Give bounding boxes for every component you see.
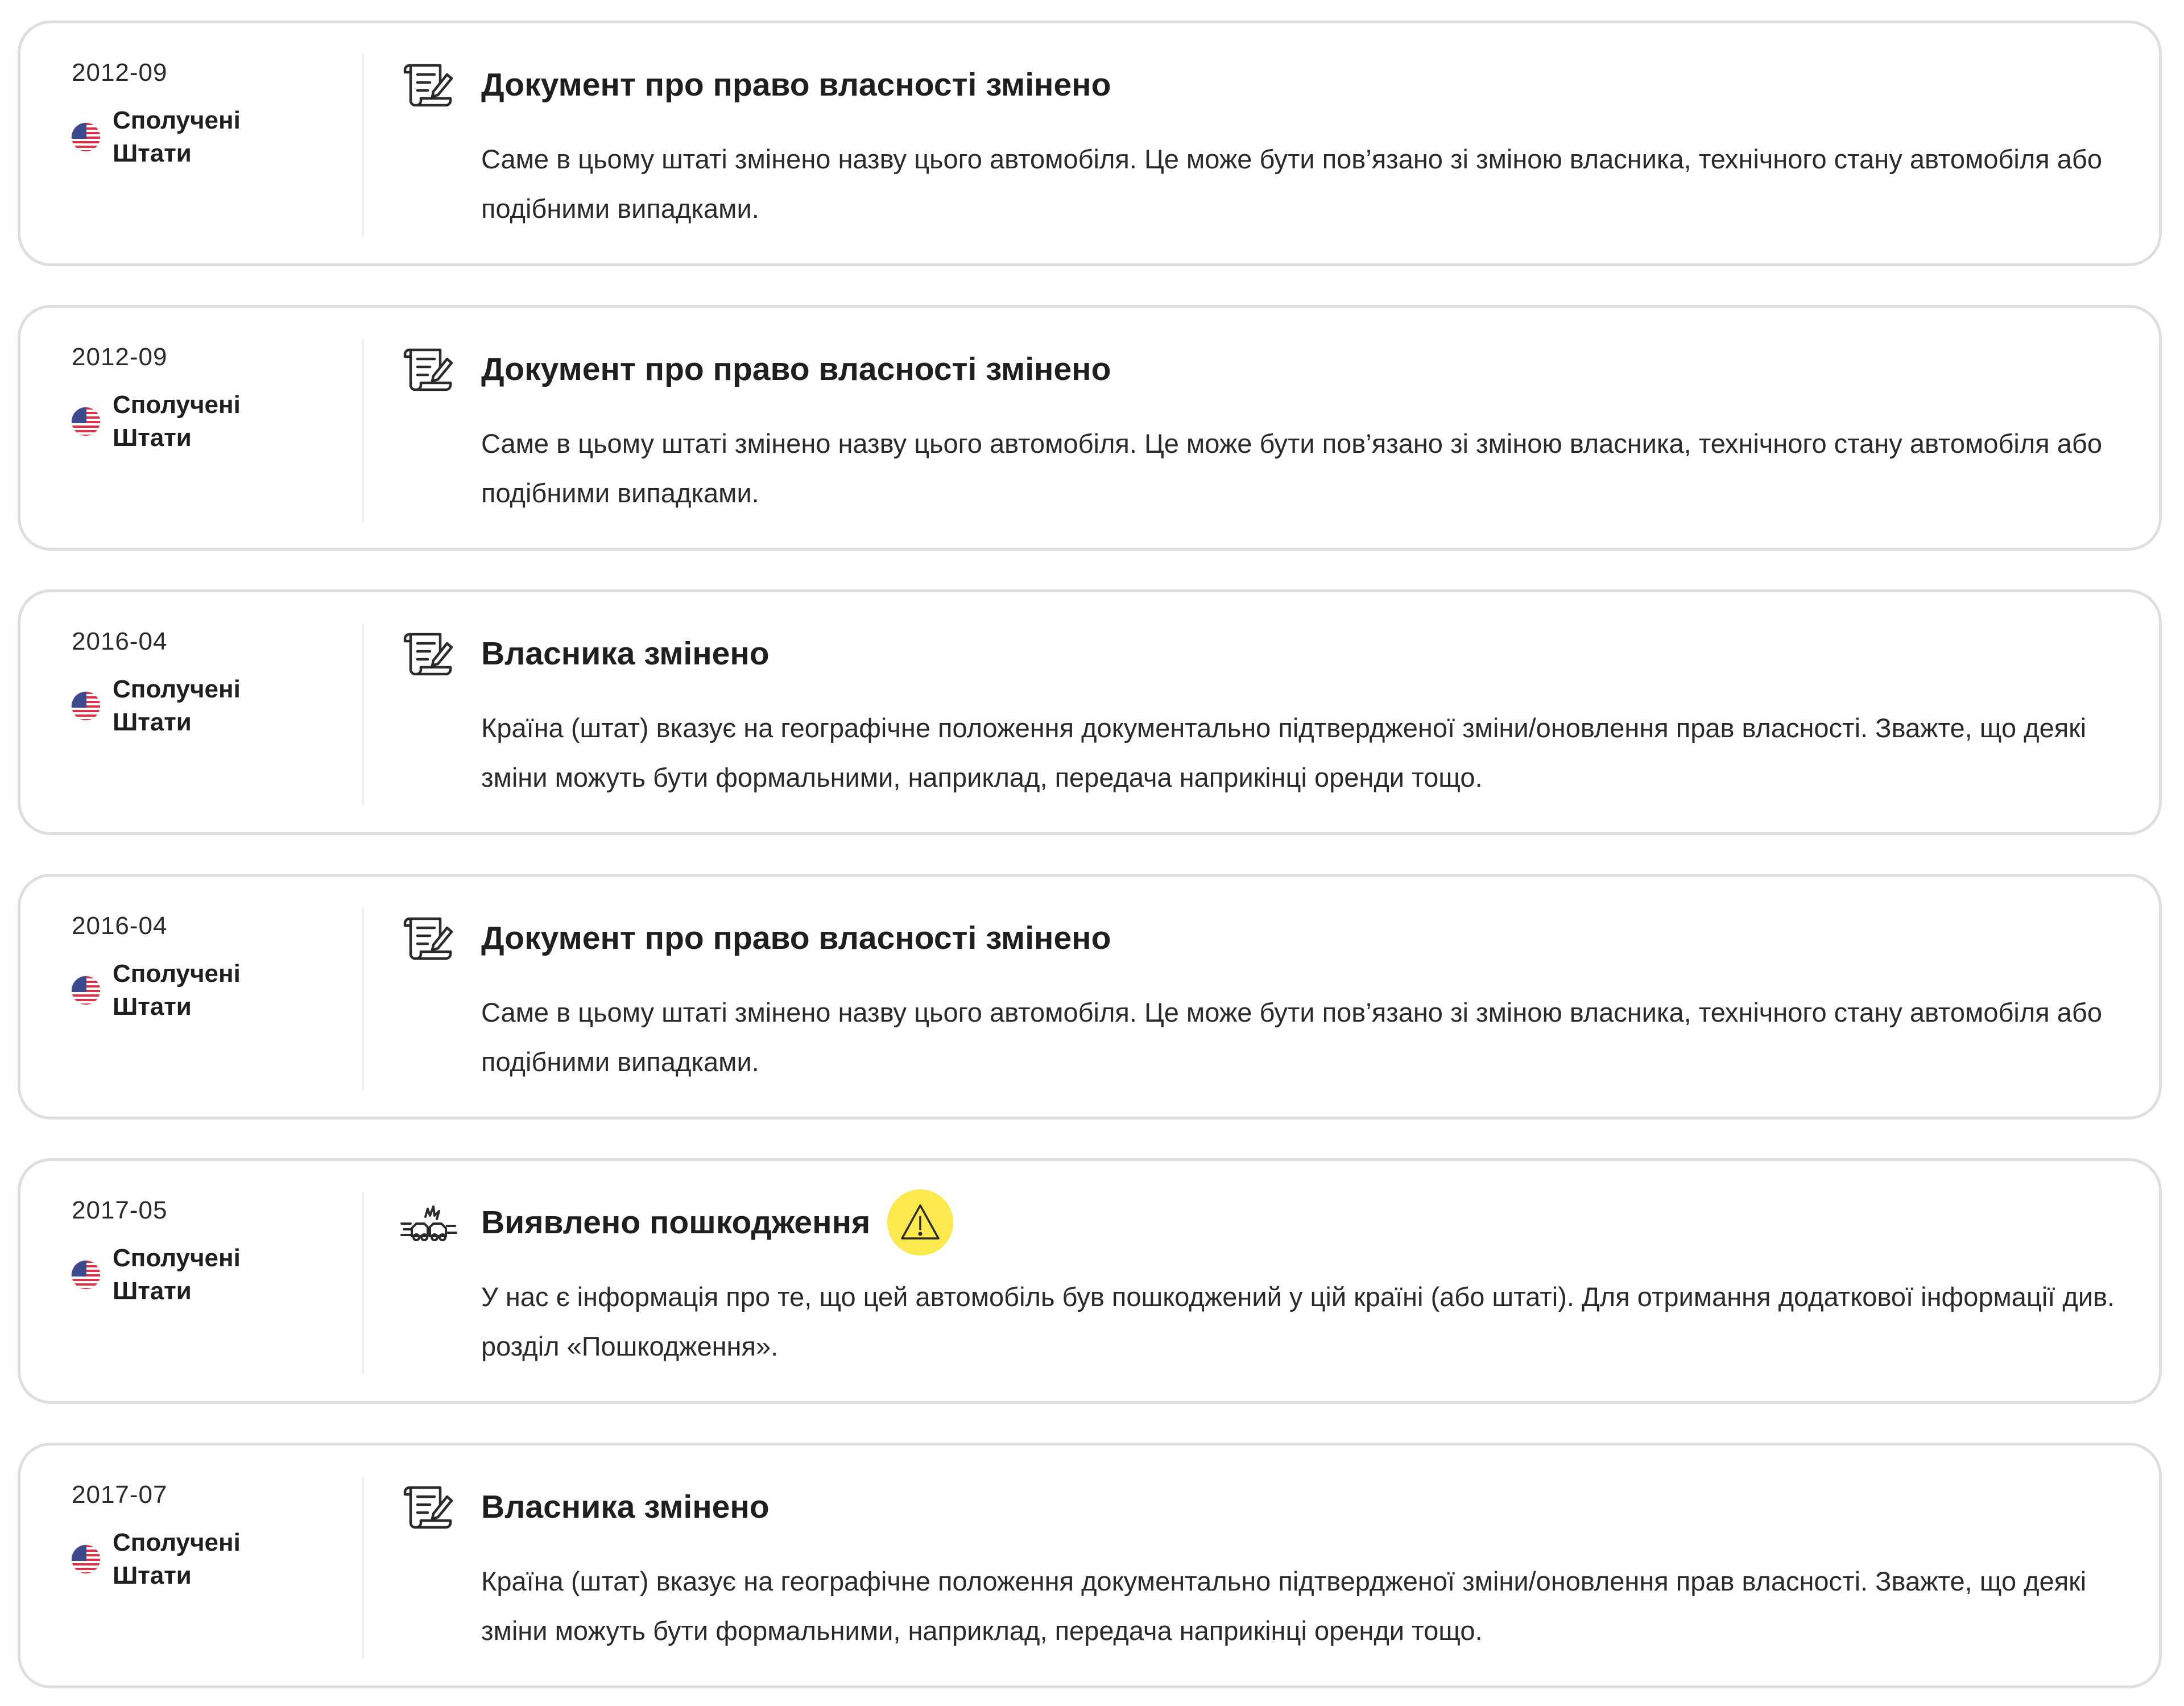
event-date: 2012-09 [72,59,168,86]
event-description: Країна (штат) вказує на географічне поло… [481,713,2087,792]
event-description: Саме в цьому штаті змінено назву цього а… [481,144,2102,224]
history-timeline: 2012-09 Сполучені Штати Документ про пра… [0,0,2184,1706]
title-document-icon [400,1481,457,1532]
event-date: 2017-05 [72,1196,168,1224]
title-document-icon [400,59,457,110]
car-collision-icon [400,1196,457,1248]
title-document-icon [400,343,457,394]
country-name: Сполучені Штати [113,960,241,1021]
event-title-row: Власника змінено [481,631,770,676]
event-title: Власника змінено [481,635,770,672]
us-flag-icon [72,123,100,151]
country-name: Сполучені Штати [113,106,241,167]
title-document-icon [400,912,457,963]
timeline-card: 2012-09 Сполучені Штати Документ про пра… [18,20,2162,266]
timeline-card: 2017-07 Сполучені Штати Власника змінено… [18,1443,2162,1688]
event-title-row: Власника змінено [481,1484,770,1530]
timeline-card: 2012-09 Сполучені Штати Документ про пра… [18,305,2162,551]
us-flag-icon [72,976,100,1005]
event-country: Сполучені Штати [72,104,260,170]
event-date: 2012-09 [72,343,168,371]
event-description: Саме в цьому штаті змінено назву цього а… [481,997,2102,1077]
event-description: Саме в цьому штаті змінено назву цього а… [481,428,2102,508]
event-title: Власника змінено [481,1489,770,1525]
event-country: Сполучені Штати [72,1242,260,1308]
divider [362,1477,364,1659]
us-flag-icon [72,407,100,436]
event-description: Країна (штат) вказує на географічне поло… [481,1566,2087,1646]
divider [362,1192,364,1374]
event-country: Сполучені Штати [72,673,260,739]
event-description: У нас є інформація про те, що цей автомо… [481,1282,2115,1361]
event-country: Сполучені Штати [72,389,260,455]
event-title: Документ про право власності змінено [481,67,1111,103]
us-flag-icon [72,1261,100,1289]
event-title: Виявлено пошкодження [481,1204,871,1241]
event-title: Документ про право власності змінено [481,920,1111,956]
divider [362,339,364,521]
event-title-row: Документ про право власності змінено [481,915,1111,961]
event-country: Сполучені Штати [72,1526,260,1592]
event-date: 2017-07 [72,1481,168,1509]
timeline-card: 2016-04 Сполучені Штати Документ про пра… [18,874,2162,1120]
event-title-row: Виявлено пошкодження [481,1189,954,1255]
event-date: 2016-04 [72,912,168,940]
event-country: Сполучені Штати [72,957,260,1023]
country-name: Сполучені Штати [113,391,241,452]
timeline-card: 2017-05 Сполучені Штати Виявлено пошкодж… [18,1158,2162,1404]
event-date: 2016-04 [72,627,168,655]
title-document-icon [400,627,457,679]
divider [362,55,364,237]
event-title-row: Документ про право власності змінено [481,346,1111,392]
warning-icon [887,1189,954,1255]
divider [362,908,364,1090]
us-flag-icon [72,692,100,720]
event-title-row: Документ про право власності змінено [481,62,1111,108]
country-name: Сполучені Штати [113,675,241,736]
divider [362,623,364,806]
event-title: Документ про право власності змінено [481,351,1111,387]
us-flag-icon [72,1545,100,1573]
timeline-card: 2016-04 Сполучені Штати Власника змінено… [18,589,2162,835]
country-name: Сполучені Штати [113,1244,241,1305]
country-name: Сполучені Штати [113,1529,241,1589]
